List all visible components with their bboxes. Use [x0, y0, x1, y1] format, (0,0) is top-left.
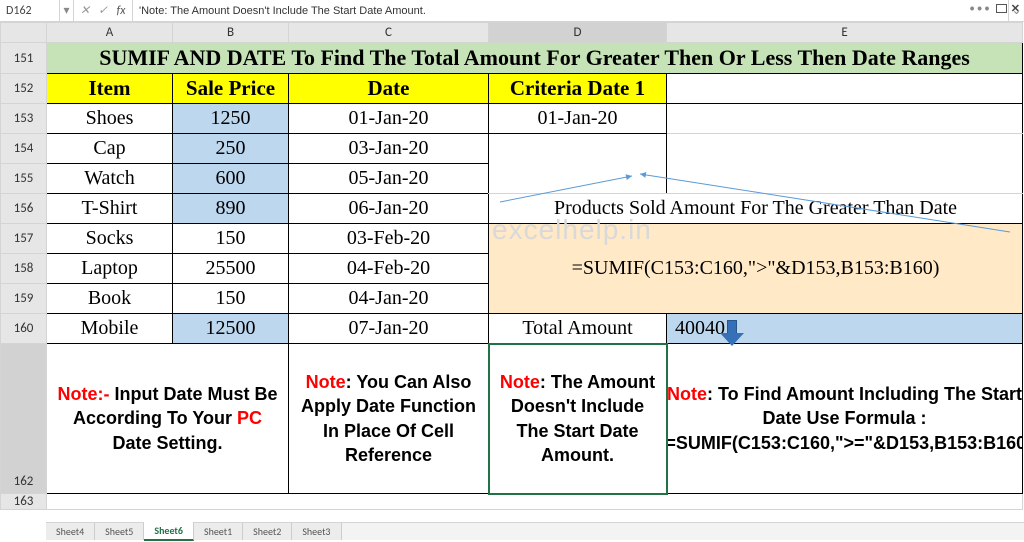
cell-note-D-active[interactable]: Note: The Amount Doesn't Include The Sta…	[489, 344, 667, 494]
note-label: Note	[306, 372, 346, 392]
cell-A160[interactable]: Mobile	[47, 314, 173, 344]
cell-B157[interactable]: 150	[173, 224, 289, 254]
cell-header-item[interactable]: Item	[47, 74, 173, 104]
cell-note-E[interactable]: Note: To Find Amount Including The Start…	[667, 344, 1023, 494]
cell-A158[interactable]: Laptop	[47, 254, 173, 284]
cell-caption[interactable]: Products Sold Amount For The Greater Tha…	[489, 194, 1023, 224]
cell-note-C[interactable]: Note: You Can Also Apply Date Function I…	[289, 344, 489, 494]
cell-formula-block[interactable]: =SUMIF(C153:C160,">"&D153,B153:B160)	[489, 224, 1023, 314]
cell-row-163[interactable]	[47, 494, 1023, 510]
cell-A156[interactable]: T-Shirt	[47, 194, 173, 224]
cell-B154[interactable]: 250	[173, 134, 289, 164]
cell-C159[interactable]: 04-Jan-20	[289, 284, 489, 314]
column-headers[interactable]: A B C D E	[1, 23, 1023, 43]
title-text: SUMIF AND DATE To Find The Total Amount …	[47, 43, 1022, 73]
maximize-icon[interactable]	[996, 4, 1007, 13]
row-header-158[interactable]: 158	[1, 254, 47, 284]
row-header-151[interactable]: 151	[1, 43, 47, 74]
cancel-icon[interactable]: ✕	[76, 3, 94, 18]
note-label: Note	[667, 384, 707, 404]
cell-E160[interactable]: 40040	[667, 314, 1023, 344]
sheet-tab[interactable]: Sheet1	[194, 523, 243, 540]
cell-D153[interactable]: 01-Jan-20	[489, 104, 667, 134]
cell-B158[interactable]: 25500	[173, 254, 289, 284]
row-header-162[interactable]: 162	[1, 344, 47, 494]
col-header-B[interactable]: B	[173, 23, 289, 43]
name-box[interactable]: D162	[0, 0, 60, 21]
formula-bar: D162 ▾ ✕ ✓ fx 'Note: The Amount Doesn't …	[0, 0, 1024, 22]
col-header-A[interactable]: A	[47, 23, 173, 43]
sheet-tab-active[interactable]: Sheet6	[144, 522, 194, 541]
cell-A155[interactable]: Watch	[47, 164, 173, 194]
cell-C157[interactable]: 03-Feb-20	[289, 224, 489, 254]
cell-header-price[interactable]: Sale Price	[173, 74, 289, 104]
row-header-155[interactable]: 155	[1, 164, 47, 194]
note-label: Note:-	[57, 384, 109, 404]
cell-C160[interactable]: 07-Jan-20	[289, 314, 489, 344]
sheet-tab-strip[interactable]: Sheet4 Sheet5 Sheet6 Sheet1 Sheet2 Sheet…	[46, 522, 1024, 540]
cell-D154-155[interactable]	[489, 134, 667, 194]
window-controls: ••• ✕	[965, 0, 1024, 17]
cell-A159[interactable]: Book	[47, 284, 173, 314]
formula-input[interactable]: 'Note: The Amount Doesn't Include The St…	[133, 0, 1008, 21]
worksheet-grid[interactable]: A B C D E 151 SUMIF AND DATE To Find The…	[0, 22, 1024, 510]
formula-buttons: ✕ ✓ fx	[74, 0, 133, 21]
cell-note-A[interactable]: Note:- Input Date Must Be According To Y…	[47, 344, 289, 494]
row-header-154[interactable]: 154	[1, 134, 47, 164]
select-all-corner[interactable]	[1, 23, 47, 43]
col-header-C[interactable]: C	[289, 23, 489, 43]
row-header-153[interactable]: 153	[1, 104, 47, 134]
cell-E152[interactable]	[667, 74, 1023, 104]
cell-header-date[interactable]: Date	[289, 74, 489, 104]
row-header-152[interactable]: 152	[1, 74, 47, 104]
row-header-163[interactable]: 163	[1, 494, 47, 510]
col-header-E[interactable]: E	[667, 23, 1023, 43]
cell-B160[interactable]: 12500	[173, 314, 289, 344]
col-header-D[interactable]: D	[489, 23, 667, 43]
cell-E153[interactable]	[667, 104, 1023, 134]
cell-E154-155[interactable]	[667, 134, 1023, 194]
sheet-tab[interactable]: Sheet5	[95, 523, 144, 540]
cell-C156[interactable]: 06-Jan-20	[289, 194, 489, 224]
sheet-tab[interactable]: Sheet2	[243, 523, 292, 540]
more-icon[interactable]: •••	[969, 2, 991, 15]
cell-header-criteria[interactable]: Criteria Date 1	[489, 74, 667, 104]
cell-C155[interactable]: 05-Jan-20	[289, 164, 489, 194]
cell-D160[interactable]: Total Amount	[489, 314, 667, 344]
name-box-dropdown-icon[interactable]: ▾	[60, 0, 74, 21]
cell-B153[interactable]: 1250	[173, 104, 289, 134]
close-icon[interactable]: ✕	[1011, 2, 1020, 15]
sheet-tab[interactable]: Sheet3	[292, 523, 341, 540]
fx-icon[interactable]: fx	[112, 4, 130, 18]
row-header-156[interactable]: 156	[1, 194, 47, 224]
cell-A153[interactable]: Shoes	[47, 104, 173, 134]
row-header-157[interactable]: 157	[1, 224, 47, 254]
enter-icon[interactable]: ✓	[94, 3, 112, 18]
cell-C153[interactable]: 01-Jan-20	[289, 104, 489, 134]
cell-A154[interactable]: Cap	[47, 134, 173, 164]
note-label: Note	[500, 372, 540, 392]
cell-C158[interactable]: 04-Feb-20	[289, 254, 489, 284]
row-header-160[interactable]: 160	[1, 314, 47, 344]
cell-B155[interactable]: 600	[173, 164, 289, 194]
sheet-tab[interactable]: Sheet4	[46, 523, 95, 540]
cell-A157[interactable]: Socks	[47, 224, 173, 254]
row-header-159[interactable]: 159	[1, 284, 47, 314]
cell-B159[interactable]: 150	[173, 284, 289, 314]
cell-C154[interactable]: 03-Jan-20	[289, 134, 489, 164]
cell-B156[interactable]: 890	[173, 194, 289, 224]
cell-title[interactable]: SUMIF AND DATE To Find The Total Amount …	[47, 43, 1023, 74]
